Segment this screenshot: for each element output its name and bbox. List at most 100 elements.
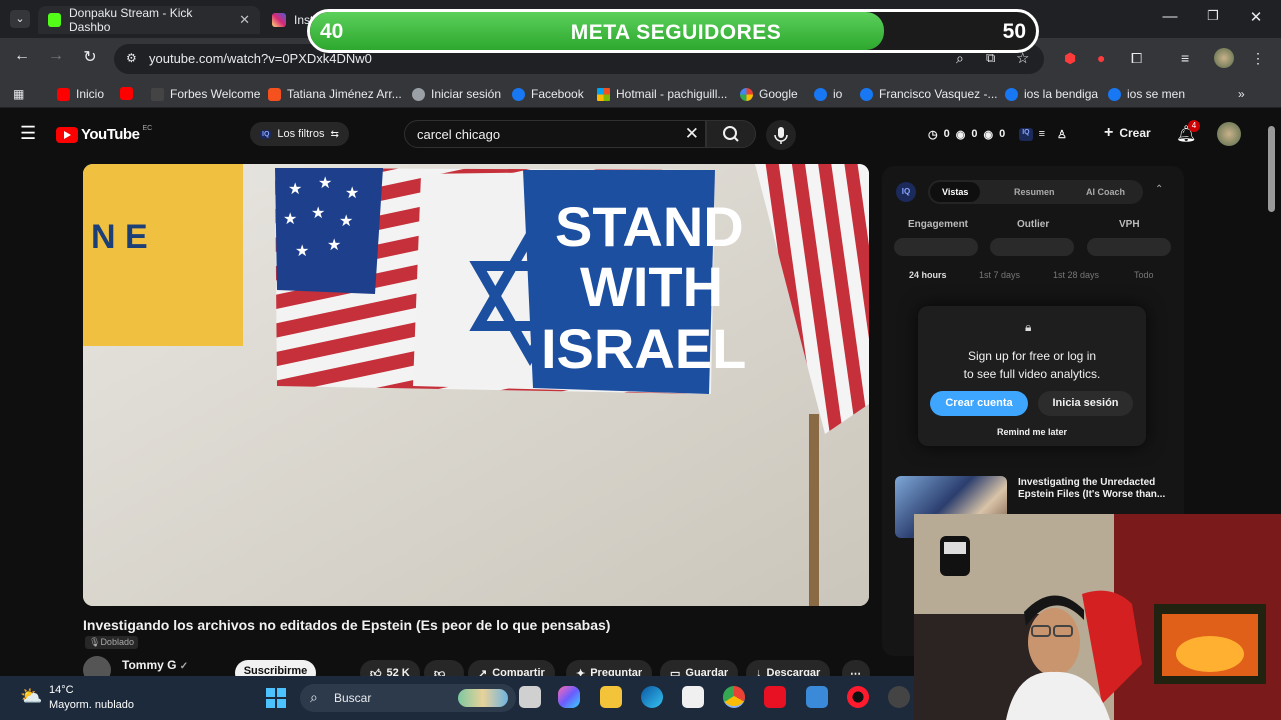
webcam-image [914,514,1281,720]
range-28d[interactable]: 1st 28 days [1053,270,1099,280]
range-24h[interactable]: 24 hours [909,270,947,280]
bookmark-item[interactable]: Google [740,87,798,101]
tab-search-button[interactable]: ⌄ [10,10,30,28]
bookmark-item[interactable]: Forbes Welcome [151,87,260,101]
obs-icon[interactable] [888,686,910,708]
goal-title: META SEGUIDORES [570,21,782,44]
account-avatar[interactable] [1217,122,1241,146]
minimize-button[interactable]: — [1155,8,1185,25]
tab-kick-dashboard[interactable]: Donpaku Stream - Kick Dashbo ✕ [38,6,260,34]
svg-text:★: ★ [288,179,302,198]
bookmark-item[interactable]: Inicio [57,87,104,101]
windows-start-icon[interactable] [266,688,286,708]
channel-name[interactable]: Tommy G ✓ [122,658,188,672]
facebook-icon [814,87,827,101]
weather-cloud-icon[interactable]: ⛅ [20,686,42,707]
forward-icon[interactable]: → [44,47,68,65]
search-button[interactable] [706,120,756,148]
eye-icon: ◉ [955,129,966,141]
bookmark-item[interactable]: io [814,87,842,101]
bookmark-item[interactable]: Tatiana Jiménez Arr... [268,87,402,101]
notepad-icon[interactable] [806,686,828,708]
metric-value-blurred [990,238,1074,256]
youtube-play-icon [56,126,78,143]
iq-icon: IQ [260,129,272,139]
svg-text:★: ★ [318,173,332,192]
tab-resumen[interactable]: Resumen [1014,187,1055,197]
svg-text:★: ★ [327,235,341,254]
page-scrollbar[interactable] [1268,126,1275,212]
url-text[interactable]: youtube.com/watch?v=0PXDxk4DNw0 [149,51,372,66]
clear-search-icon[interactable]: ✕ [685,124,699,144]
bookmark-item[interactable]: ios se men [1108,87,1185,101]
bookmark-item[interactable]: Hotmail - pachiguill... [597,87,727,101]
store-icon[interactable] [682,686,704,708]
metric-engagement: Engagement [908,219,969,230]
search-icon [723,126,739,142]
svg-text:★: ★ [295,241,309,260]
facebook-icon [860,87,873,101]
voice-search-button[interactable] [766,120,796,150]
bookmark-item[interactable]: Francisco Vasquez -... [860,87,998,101]
windows-taskbar: ⛅ 14°C Mayorm. nublado ⌕ Buscar [0,676,914,720]
badge-icon[interactable]: ♙ [1057,128,1067,141]
opera-icon[interactable] [847,686,869,708]
task-view-icon[interactable] [519,686,541,708]
media-controls-icon[interactable]: ≡ [1181,50,1189,66]
extensions-icon[interactable]: ⧠ [1131,50,1142,67]
create-account-button[interactable]: Crear cuenta [930,391,1028,416]
profile-avatar[interactable] [1214,48,1234,68]
login-button[interactable]: Inicia sesión [1038,391,1133,416]
recommended-video-title[interactable]: Investigating the Unredacted Epstein Fil… [1018,477,1178,501]
taskbar-search-box[interactable]: ⌕ Buscar [300,684,516,712]
edge-icon[interactable] [641,686,663,708]
range-7d[interactable]: 1st 7 days [979,270,1020,280]
svg-text:★: ★ [311,203,325,222]
list-icon[interactable]: ≡ [1039,128,1045,141]
search-highlight-icon [458,689,508,707]
metric-value-blurred [894,238,978,256]
filters-button[interactable]: IQ Los filtros ⇆ [250,122,349,146]
metric-value-blurred [1087,238,1171,256]
file-explorer-icon[interactable] [600,686,622,708]
bookmark-item[interactable]: ios la bendiga [1005,87,1098,101]
svg-text:★: ★ [283,209,297,228]
youtube-logo[interactable]: YouTube EC [56,125,152,143]
back-icon[interactable]: ← [10,47,34,65]
apps-grid-icon[interactable]: ▦ [13,87,24,101]
video-frame-image: N E ★ ★★ ★ ★ ★ ★ ★ STAND WITH ISRAEL [83,164,869,606]
extension-record-icon[interactable]: ● [1097,50,1105,66]
bookmark-item[interactable]: Facebook [512,87,584,101]
forbes-icon [151,87,164,101]
chrome-icon[interactable] [723,686,745,708]
restore-button[interactable]: ❐ [1198,8,1228,24]
video-title: Investigando los archivos no editados de… [83,617,611,633]
remind-later-link[interactable]: Remind me later [918,427,1146,437]
copilot-icon[interactable] [558,686,580,708]
metric-outlier: Outlier [1017,219,1050,230]
recording-app-icon[interactable] [764,686,786,708]
search-input[interactable]: carcel chicago ✕ [404,120,706,148]
youtube-icon [57,87,70,101]
video-player[interactable]: N E ★ ★ ★ ★ ★ ★ ★ ★ STAND WITH ISRAEL [83,164,869,606]
hamburger-menu-icon[interactable]: ☰ [20,123,36,144]
tab-vistas[interactable]: Vistas [930,182,981,202]
extension-shield-icon[interactable]: ⬢ [1064,50,1076,67]
svg-text:★: ★ [345,183,359,202]
microphone-icon [774,127,788,144]
close-icon[interactable]: ✕ [239,12,250,28]
tab-ai-coach[interactable]: AI Coach [1086,187,1125,197]
facebook-icon [512,87,525,101]
reload-icon[interactable]: ↻ [78,47,102,67]
create-button[interactable]: + Crear [1104,124,1151,142]
dubbed-badge: 🎙︎Doblado [85,636,138,649]
close-window-button[interactable]: ✕ [1241,8,1271,26]
bookmark-item[interactable]: Iniciar sesión [412,87,501,101]
iq-icon[interactable]: IQ [1019,128,1033,141]
range-all[interactable]: Todo [1134,270,1154,280]
bookmark-item[interactable] [120,87,133,100]
site-info-icon[interactable]: ⚙ [126,51,137,65]
more-bookmarks-icon[interactable]: » [1238,87,1245,101]
menu-dots-icon[interactable]: ⋮ [1251,50,1265,67]
collapse-chevron-icon[interactable]: ⌃ [1155,184,1163,195]
